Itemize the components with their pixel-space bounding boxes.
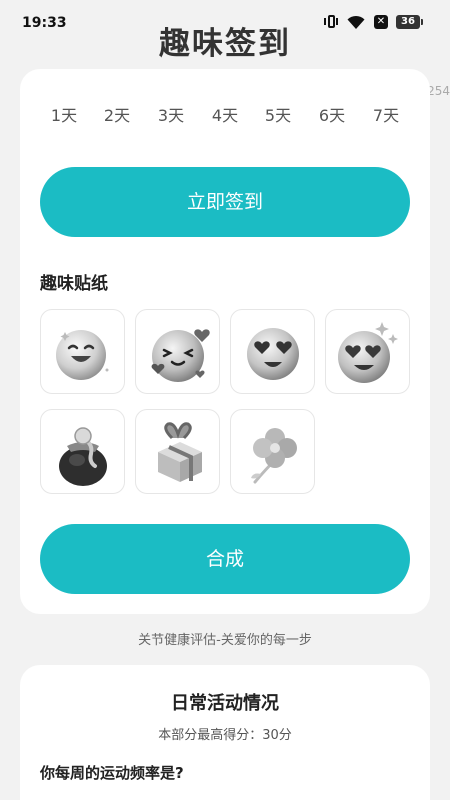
laughing-emoji-sticker-icon	[56, 330, 109, 380]
day-6: 6天	[318, 106, 346, 125]
day-1: 1天	[50, 106, 78, 125]
star-struck-emoji-sticker-icon	[338, 322, 398, 383]
sticker-squinting-love[interactable]	[135, 309, 220, 394]
sticker-gift-box[interactable]	[135, 409, 220, 494]
day-3: 3天	[157, 106, 185, 125]
screen: 19:33 ✕ 36 趣味签到 e5c254 1天 2天 3天 4天 5天 6天…	[0, 0, 450, 800]
activity-subtitle: 本部分最高得分：30分	[158, 728, 292, 743]
clover-flower-sticker-icon	[251, 428, 297, 484]
exercise-frequency-question: 你每周的运动频率是?	[40, 764, 184, 782]
sticker-star-struck[interactable]	[325, 309, 410, 394]
sticker-money-bag[interactable]	[40, 409, 125, 494]
page-title: 趣味签到	[159, 26, 291, 62]
day-4: 4天	[211, 106, 239, 125]
squinting-love-emoji-sticker-icon	[151, 329, 210, 382]
gift-box-sticker-icon	[158, 422, 202, 482]
sticker-laughing[interactable]	[40, 309, 125, 394]
day-2: 2天	[103, 106, 131, 125]
tagline: 关节健康评估-关爱你的每一步	[138, 633, 312, 648]
day-7: 7天	[372, 106, 400, 125]
sticker-heart-eyes[interactable]	[230, 309, 315, 394]
stickers-title: 趣味贴纸	[40, 274, 108, 294]
money-bag-sticker-icon	[59, 427, 107, 486]
compose-button[interactable]: 合成	[40, 524, 410, 594]
signin-button[interactable]: 立即签到	[40, 167, 410, 237]
activity-title: 日常活动情况	[171, 693, 279, 714]
day-5: 5天	[264, 106, 292, 125]
heart-eyes-emoji-sticker-icon	[247, 328, 299, 380]
sticker-clover-flower[interactable]	[230, 409, 315, 494]
checkin-card: 1天 2天 3天 4天 5天 6天 7天 立即签到 趣味贴纸 合成	[20, 69, 430, 614]
activity-card: 日常活动情况 本部分最高得分：30分 你每周的运动频率是?	[20, 665, 430, 800]
